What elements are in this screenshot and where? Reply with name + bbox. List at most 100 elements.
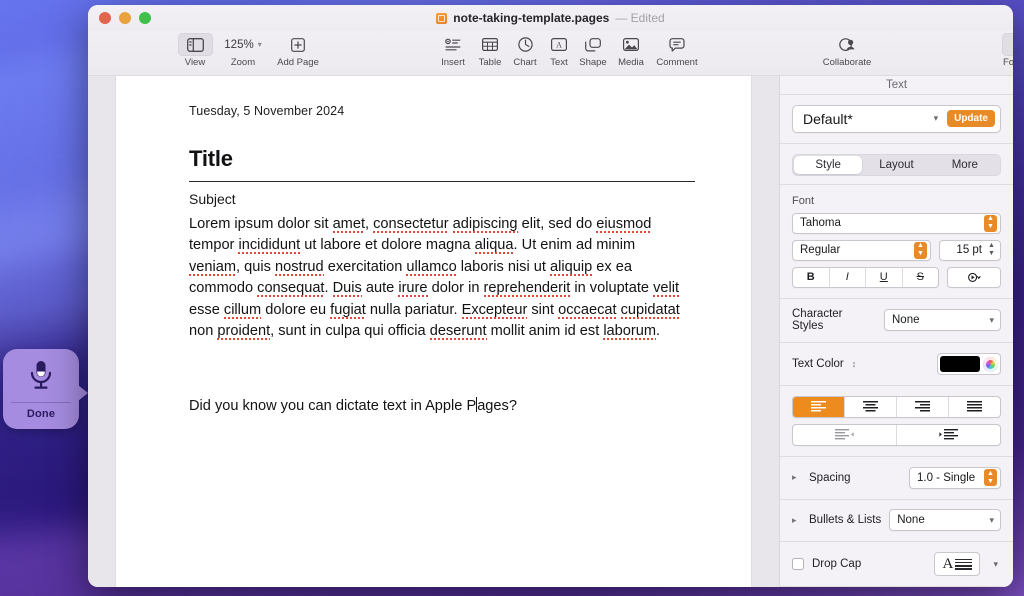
font-size-value[interactable]: 15 pt xyxy=(947,244,986,256)
bullets-disclosure-icon[interactable]: ▸ xyxy=(792,515,801,526)
tab-layout[interactable]: Layout xyxy=(862,156,930,174)
misspelled-word: Duis xyxy=(332,280,362,298)
spacing-value[interactable]: 1.0 - Single xyxy=(917,472,984,484)
font-weight-value[interactable]: Regular xyxy=(800,244,914,256)
text-box-icon: A xyxy=(551,33,567,56)
document-canvas[interactable]: Tuesday, 5 November 2024 Title Subject L… xyxy=(88,76,779,587)
document-date[interactable]: Tuesday, 5 November 2024 xyxy=(189,104,695,118)
paragraph-text: dolore eu xyxy=(261,301,331,318)
toolbar-collaborate-label: Collaborate xyxy=(822,57,872,68)
dictation-done-label[interactable]: Done xyxy=(27,403,55,429)
paragraph-text: . xyxy=(324,280,333,297)
font-weight-field[interactable]: Regular ▲ ▼ xyxy=(792,239,931,261)
document-page[interactable]: Tuesday, 5 November 2024 Title Subject L… xyxy=(116,76,751,587)
microphone-icon xyxy=(28,349,54,402)
align-center-button[interactable] xyxy=(845,396,897,417)
paragraph-text: nulla pariatur. xyxy=(365,301,462,318)
toolbar-format-button[interactable]: Format xyxy=(991,33,1013,68)
window-body: Tuesday, 5 November 2024 Title Subject L… xyxy=(88,76,1013,587)
font-options-gear-icon[interactable] xyxy=(948,268,1000,287)
paragraph-text: sint xyxy=(527,301,559,318)
document-last-line[interactable]: Did you know you can dictate text in App… xyxy=(189,397,695,414)
font-size-field[interactable]: 15 pt ▲ ▼ xyxy=(939,239,1001,261)
desktop-wallpaper: Done note-taking-template.pages — Edited xyxy=(0,0,1024,596)
italic-button[interactable]: I xyxy=(830,267,866,287)
paragraph-text: , sunt in culpa qui officia xyxy=(270,323,430,340)
character-styles-dropdown[interactable]: None ▾ xyxy=(884,309,1001,332)
misspelled-word: consectetur xyxy=(373,216,449,233)
insert-icon xyxy=(445,33,461,56)
align-justify-button[interactable] xyxy=(949,397,1000,417)
decrease-indent-button[interactable] xyxy=(793,424,897,445)
window-title[interactable]: note-taking-template.pages xyxy=(453,11,609,25)
zoom-level-value[interactable]: 125% xyxy=(224,39,253,51)
drop-cap-style-button[interactable]: A xyxy=(934,552,981,577)
document-subject[interactable]: Subject xyxy=(189,191,695,207)
bold-button[interactable]: B xyxy=(793,267,830,287)
toolbar-zoom-control[interactable]: 125% ▾ Zoom xyxy=(216,33,270,69)
paragraph-text: laboris nisi ut xyxy=(456,258,550,275)
font-family-value[interactable]: Tahoma xyxy=(800,217,984,229)
bullets-lists-section: ▸ Bullets & Lists None ▾ xyxy=(780,499,1013,541)
color-wheel-icon[interactable] xyxy=(983,356,998,372)
stepper-icon[interactable]: ▲ ▼ xyxy=(984,469,997,487)
paragraph-style-name[interactable]: Default* xyxy=(803,111,928,127)
spacing-label: Spacing xyxy=(809,471,851,484)
misspelled-word: adipiscing xyxy=(452,216,518,233)
drop-cap-section: Drop Cap A ▾ xyxy=(780,542,1013,586)
underline-button[interactable]: U xyxy=(866,267,903,287)
pages-window: note-taking-template.pages — Edited View xyxy=(88,5,1013,587)
text-color-swatch[interactable] xyxy=(940,356,980,373)
bullets-lists-dropdown[interactable]: None ▾ xyxy=(889,509,1001,532)
character-styles-value[interactable]: None xyxy=(892,314,989,326)
pages-document-icon xyxy=(436,12,448,24)
app-toolbar: View 125% ▾ Zoom Add Page Insert Table C… xyxy=(88,31,1013,76)
chevron-down-icon[interactable]: ▾ xyxy=(988,559,1001,570)
update-style-button[interactable]: Update xyxy=(947,110,995,128)
tab-style[interactable]: Style xyxy=(794,155,863,174)
document-title[interactable]: Title xyxy=(189,146,695,172)
paragraph-text: ut labore et dolore magna xyxy=(300,237,475,254)
font-options-button[interactable] xyxy=(947,266,1001,288)
dictation-panel[interactable]: Done xyxy=(3,349,88,429)
font-family-field[interactable]: Tahoma ▲ ▼ xyxy=(792,212,1001,234)
character-styles-label: Character Styles xyxy=(792,308,843,333)
toolbar-media-label: Media xyxy=(618,57,644,68)
toolbar-view-button[interactable]: View xyxy=(168,33,222,68)
toolbar-comment-button[interactable]: Comment xyxy=(650,33,704,68)
title-rule xyxy=(189,181,695,182)
misspelled-word: velit xyxy=(653,280,680,298)
spacing-disclosure-icon[interactable]: ▸ xyxy=(792,472,801,483)
paragraph-text: tempor xyxy=(189,237,239,254)
misspelled-word: occaecat xyxy=(558,301,617,319)
spacing-dropdown[interactable]: 1.0 - Single ▲ ▼ xyxy=(909,466,1001,489)
drop-cap-checkbox[interactable] xyxy=(792,558,804,571)
tab-more[interactable]: More xyxy=(931,156,999,174)
bullets-lists-value[interactable]: None xyxy=(897,514,989,526)
font-group-label: Font xyxy=(792,194,815,207)
document-body-paragraph[interactable]: Lorem ipsum dolor sit amet, consectetur … xyxy=(189,214,684,342)
increase-indent-button[interactable] xyxy=(897,425,1000,445)
paragraph-text: aute xyxy=(361,280,399,297)
align-left-button[interactable] xyxy=(793,396,845,417)
stepper-icon[interactable]: ▲ ▼ xyxy=(986,241,997,259)
stepper-icon[interactable]: ▲ ▼ xyxy=(914,241,927,259)
toolbar-collaborate-button[interactable]: Collaborate xyxy=(820,33,874,68)
text-color-control[interactable] xyxy=(937,353,1001,376)
misspelled-word: nostrud xyxy=(274,258,324,276)
paragraph-text: non xyxy=(189,323,218,340)
paragraph-text: dolor in xyxy=(427,280,484,297)
paragraph-style-row[interactable]: Default* ▾ Update xyxy=(792,104,1001,133)
chevron-down-icon[interactable]: ▾ xyxy=(989,315,997,326)
toolbar-add-page-button[interactable]: Add Page xyxy=(271,33,325,68)
align-right-button[interactable] xyxy=(897,396,949,417)
stepper-icon[interactable]: ▲ ▼ xyxy=(984,214,997,232)
toolbar-view-label: View xyxy=(184,57,206,68)
chevron-down-icon[interactable]: ▾ xyxy=(989,515,997,526)
text-color-stepper-icon[interactable]: ↕ xyxy=(852,359,861,369)
strikethrough-button[interactable]: S xyxy=(903,268,939,287)
chevron-down-icon[interactable]: ▾ xyxy=(934,113,942,124)
divider xyxy=(780,586,1013,587)
paragraph-text: esse xyxy=(189,301,224,318)
drop-cap-label: Drop Cap xyxy=(812,558,862,571)
